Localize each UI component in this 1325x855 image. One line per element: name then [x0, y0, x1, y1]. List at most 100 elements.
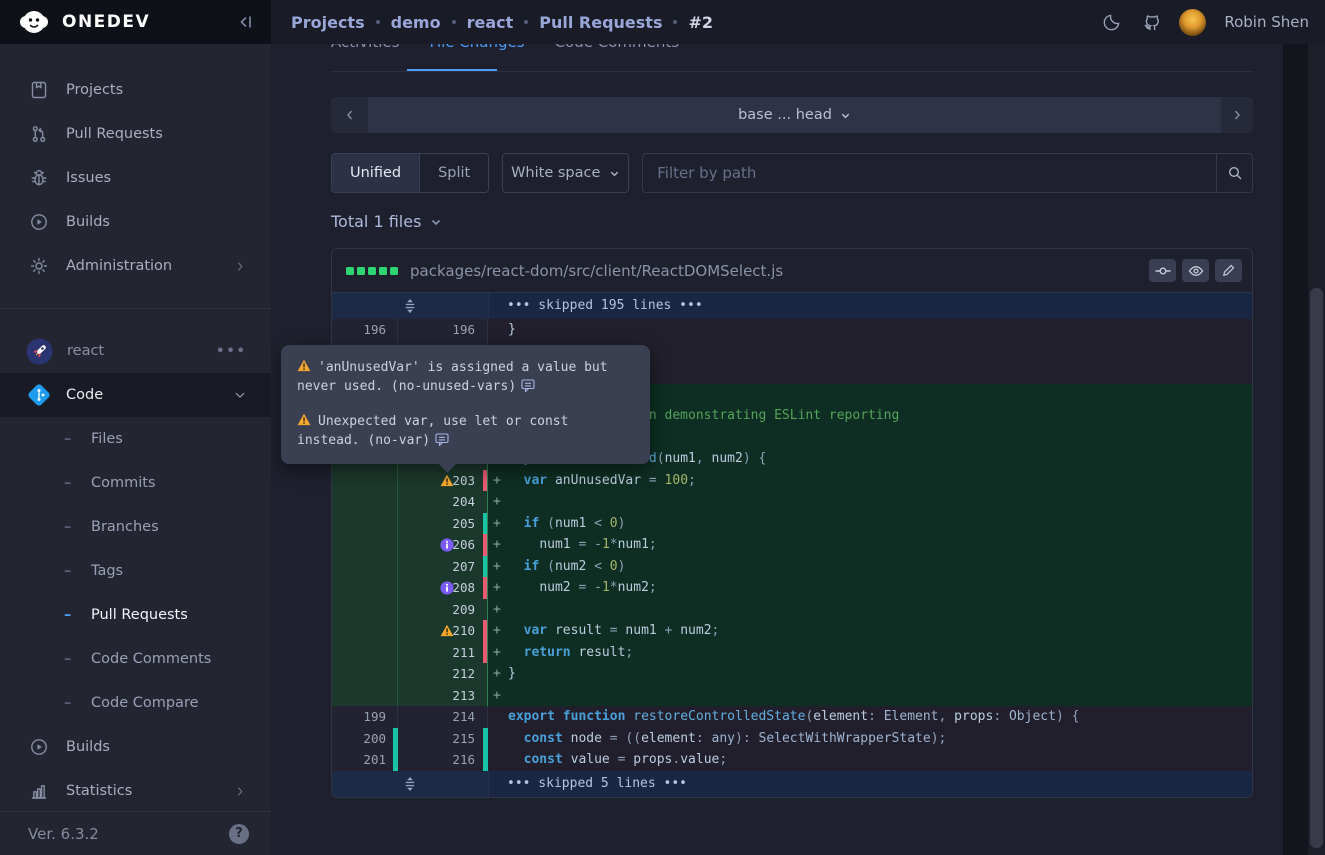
- sidebar-item-projects[interactable]: Projects: [0, 68, 271, 112]
- edit-file-button[interactable]: [1215, 259, 1242, 282]
- search-icon: [1227, 165, 1243, 181]
- code-line[interactable]: const node = ((element: any): SelectWith…: [488, 728, 1252, 750]
- code-line[interactable]: }: [488, 319, 1252, 341]
- diff-gutter: [332, 771, 489, 797]
- warning-icon: [297, 413, 312, 426]
- file-diff-card: packages/react-dom/src/client/ReactDOMSe…: [331, 248, 1253, 798]
- comment-icon[interactable]: [435, 433, 450, 446]
- diff-gutter: [332, 293, 489, 319]
- code-line[interactable]: + if (num2 < 0): [487, 556, 1252, 578]
- sidebar-item-administration[interactable]: Administration: [0, 244, 271, 288]
- sidebar-subitem-files[interactable]: –Files: [0, 417, 271, 461]
- sidebar-item-label: Code Compare: [91, 695, 199, 711]
- sidebar-footer: Ver. 6.3.2 ?: [0, 811, 271, 855]
- github-icon: [1141, 12, 1161, 32]
- collapse-sidebar-button[interactable]: [237, 13, 255, 31]
- diff-line-row: 210+ var result = num1 + num2;: [332, 620, 1252, 642]
- code-line[interactable]: +}: [487, 663, 1252, 685]
- code-line[interactable]: export function restoreControlledState(e…: [488, 706, 1252, 728]
- file-path: packages/react-dom/src/client/ReactDOMSe…: [410, 262, 1143, 280]
- user-name[interactable]: Robin Shen: [1224, 13, 1309, 31]
- skipped-lines-label: ••• skipped 5 lines •••: [489, 771, 1252, 797]
- breadcrumb-item[interactable]: demo: [391, 13, 441, 32]
- sidebar: ONEDEV Projects Pull Requests Issues Bui…: [0, 0, 271, 855]
- sidebar-subitem-code-comments[interactable]: –Code Comments: [0, 637, 271, 681]
- github-link[interactable]: [1141, 12, 1161, 32]
- dash-icon: –: [64, 475, 78, 491]
- expand-lines-icon[interactable]: [403, 299, 417, 313]
- whitespace-dropdown[interactable]: White space: [502, 153, 629, 193]
- new-line-number: 215: [398, 728, 488, 750]
- revision-range-selector[interactable]: base ... head: [368, 97, 1221, 133]
- expand-lines-icon[interactable]: [403, 777, 417, 791]
- sidebar-item-issues[interactable]: Issues: [0, 156, 271, 200]
- view-commit-button[interactable]: [1149, 259, 1176, 282]
- code-line[interactable]: + var anUnusedVar = 100;: [487, 470, 1252, 492]
- vertical-scrollbar[interactable]: [1308, 44, 1325, 855]
- sidebar-item-label: Code Comments: [91, 651, 211, 667]
- code-line[interactable]: +: [487, 685, 1252, 707]
- new-line-number: 207: [398, 556, 488, 578]
- info-icon[interactable]: [440, 538, 454, 552]
- filter-by-path-input[interactable]: [642, 153, 1217, 193]
- code-line[interactable]: +: [487, 491, 1252, 513]
- moon-icon: [1103, 12, 1123, 31]
- sidebar-item-statistics[interactable]: Statistics: [0, 769, 271, 813]
- info-icon[interactable]: [440, 581, 454, 595]
- breadcrumb-item[interactable]: react: [467, 13, 514, 32]
- code-line[interactable]: + return result;: [487, 642, 1252, 664]
- sidebar-item-label: Code: [66, 387, 233, 403]
- old-line-number: [332, 470, 398, 492]
- code-line[interactable]: + var result = num1 + num2;: [487, 620, 1252, 642]
- total-files-toggle[interactable]: Total 1 files: [331, 212, 442, 231]
- chevron-right-icon: [234, 260, 247, 273]
- sidebar-item-code[interactable]: Code: [0, 373, 271, 417]
- dash-icon: –: [64, 431, 78, 447]
- breadcrumb-item[interactable]: Projects: [291, 13, 365, 32]
- eslint-warning: Unexpected var, use let or const instead…: [297, 412, 634, 450]
- sidebar-subitem-tags[interactable]: –Tags: [0, 549, 271, 593]
- user-avatar[interactable]: [1179, 9, 1206, 36]
- sidebar-subitem-commits[interactable]: –Commits: [0, 461, 271, 505]
- view-file-button[interactable]: [1182, 259, 1209, 282]
- prev-commit-button[interactable]: [331, 97, 368, 133]
- diff-mode-split[interactable]: Split: [419, 154, 488, 192]
- code-line[interactable]: + if (num1 < 0): [487, 513, 1252, 535]
- main-content: ActivitiesFile ChangesCode Comments base…: [271, 44, 1283, 855]
- diff-line-row: 212+}: [332, 663, 1252, 685]
- sidebar-subitem-code-compare[interactable]: –Code Compare: [0, 681, 271, 725]
- next-commit-button[interactable]: [1221, 97, 1253, 133]
- sidebar-item-builds[interactable]: Builds: [0, 725, 271, 769]
- sidebar-item-pull-requests[interactable]: Pull Requests: [0, 112, 271, 156]
- new-line-number: 196: [398, 319, 488, 341]
- dark-mode-toggle[interactable]: [1103, 12, 1123, 32]
- warning-icon[interactable]: [440, 624, 454, 638]
- code-line[interactable]: + num2 = -1*num2;: [487, 577, 1252, 599]
- added-block: [368, 267, 376, 275]
- code-line[interactable]: +: [487, 599, 1252, 621]
- sidebar-subitem-pull-requests[interactable]: –Pull Requests: [0, 593, 271, 637]
- sidebar-project-react[interactable]: react •••: [0, 329, 271, 373]
- old-line-number: [332, 491, 398, 513]
- warning-icon[interactable]: [440, 474, 454, 488]
- app-window: ActivitiesFile ChangesCode Comments base…: [0, 0, 1325, 855]
- search-button[interactable]: [1217, 153, 1253, 193]
- project-name: react: [67, 343, 216, 359]
- code-line[interactable]: const value = props.value;: [488, 749, 1252, 771]
- new-line-number: 216: [398, 749, 488, 771]
- diff-mode-unified[interactable]: Unified: [332, 154, 419, 192]
- sidebar-item-builds[interactable]: Builds: [0, 200, 271, 244]
- chevron-left-icon: [344, 109, 356, 121]
- ellipsis-menu-icon[interactable]: •••: [216, 344, 247, 359]
- help-icon[interactable]: ?: [229, 824, 249, 844]
- projects-icon: [28, 79, 50, 101]
- breadcrumb-item[interactable]: Pull Requests: [539, 13, 662, 32]
- sidebar-subitem-branches[interactable]: –Branches: [0, 505, 271, 549]
- comment-icon[interactable]: [521, 379, 536, 392]
- old-line-number: [332, 685, 398, 707]
- diff-line-row: 200215 const node = ((element: any): Sel…: [332, 728, 1252, 750]
- diff-line-row: 199214 export function restoreControlled…: [332, 706, 1252, 728]
- top-bar: ProjectsdemoreactPull Requests#2 Robin S…: [271, 0, 1325, 44]
- code-line[interactable]: + num1 = -1*num1;: [487, 534, 1252, 556]
- scrollbar-thumb[interactable]: [1310, 288, 1323, 848]
